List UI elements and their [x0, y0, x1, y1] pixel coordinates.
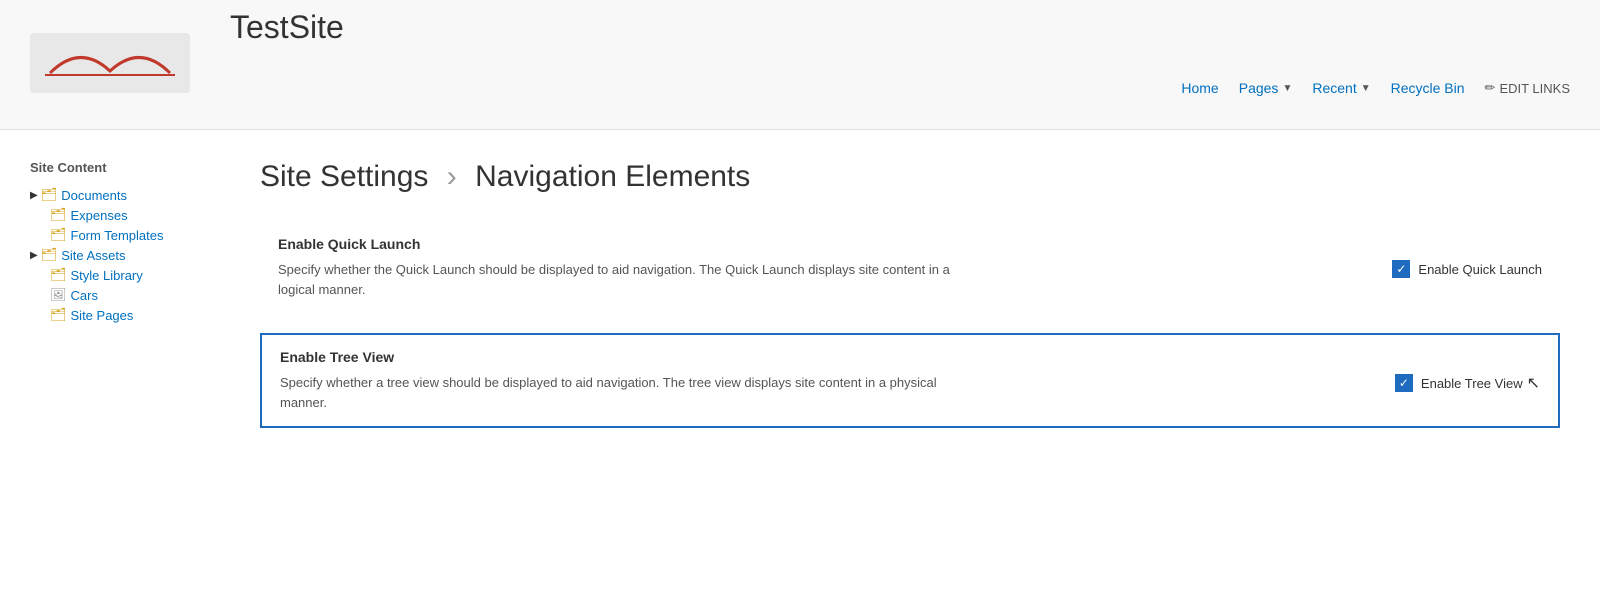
site-logo	[30, 33, 190, 93]
quick-launch-control-label: Enable Quick Launch	[1418, 262, 1542, 277]
tree-view-title: Enable Tree View	[280, 349, 1540, 365]
top-bar: TestSite Home Pages ▼ Recent ▼ Recycle B…	[0, 0, 1600, 130]
folder-icon: 🗂	[50, 307, 67, 323]
nav-home[interactable]: Home	[1171, 76, 1228, 100]
nav-bar: Home Pages ▼ Recent ▼ Recycle Bin ✏ EDIT…	[1171, 76, 1580, 120]
quick-launch-description: Specify whether the Quick Launch should …	[278, 260, 958, 299]
quick-launch-section: Enable Quick Launch Specify whether the …	[260, 222, 1560, 313]
site-title: TestSite	[230, 9, 1580, 46]
quick-launch-checkbox[interactable]: ✓	[1392, 260, 1410, 278]
sidebar: Site Content ▶ 🗂 Documents 🗂 Expenses 🗂 …	[0, 160, 200, 488]
logo-area	[20, 33, 200, 97]
edit-links-button[interactable]: ✏ EDIT LINKS	[1475, 76, 1580, 100]
recent-chevron-icon: ▼	[1361, 83, 1371, 94]
tree-view-section: Enable Tree View Specify whether a tree …	[260, 333, 1560, 428]
sidebar-item-form-templates[interactable]: 🗂 Form Templates	[30, 225, 200, 245]
header-right: TestSite Home Pages ▼ Recent ▼ Recycle B…	[230, 9, 1580, 120]
tree-view-control: ✓ Enable Tree View ↖	[1395, 373, 1540, 393]
sidebar-item-style-library[interactable]: 🗂 Style Library	[30, 265, 200, 285]
sidebar-item-cars[interactable]: 🖼 Cars	[30, 285, 200, 305]
sidebar-item-site-pages[interactable]: 🗂 Site Pages	[30, 305, 200, 325]
sidebar-item-site-assets[interactable]: ▶ 🗂 Site Assets	[30, 245, 200, 265]
sidebar-item-expenses[interactable]: 🗂 Expenses	[30, 205, 200, 225]
image-icon: 🖼	[50, 287, 67, 303]
quick-launch-control: ✓ Enable Quick Launch	[1392, 260, 1542, 278]
folder-icon: 🗂	[41, 247, 58, 263]
nav-pages[interactable]: Pages ▼	[1229, 76, 1303, 100]
sidebar-title: Site Content	[30, 160, 200, 175]
quick-launch-title: Enable Quick Launch	[278, 236, 1542, 252]
tree-view-checkbox[interactable]: ✓	[1395, 374, 1413, 392]
pencil-icon: ✏	[1485, 80, 1496, 96]
folder-icon: 🗂	[50, 227, 67, 243]
main-layout: Site Content ▶ 🗂 Documents 🗂 Expenses 🗂 …	[0, 130, 1600, 488]
cursor-indicator: ↖	[1527, 373, 1540, 393]
pages-chevron-icon: ▼	[1282, 83, 1292, 94]
heading-separator: ›	[447, 160, 457, 193]
folder-icon: 🗂	[50, 207, 67, 223]
expand-arrow-icon: ▶	[30, 250, 38, 261]
quick-launch-body: Specify whether the Quick Launch should …	[278, 260, 1542, 299]
expand-arrow-icon: ▶	[30, 190, 38, 201]
sidebar-item-documents[interactable]: ▶ 🗂 Documents	[30, 185, 200, 205]
folder-icon: 🗂	[50, 267, 67, 283]
tree-view-control-label: Enable Tree View	[1421, 376, 1523, 391]
page-heading: Site Settings › Navigation Elements	[260, 160, 1560, 194]
tree-view-body: Specify whether a tree view should be di…	[280, 373, 1540, 412]
nav-recycle-bin[interactable]: Recycle Bin	[1381, 76, 1475, 100]
nav-recent[interactable]: Recent ▼	[1302, 76, 1380, 100]
folder-icon: 🗂	[41, 187, 58, 203]
content-area: Site Settings › Navigation Elements Enab…	[200, 160, 1600, 488]
tree-view-description: Specify whether a tree view should be di…	[280, 373, 960, 412]
